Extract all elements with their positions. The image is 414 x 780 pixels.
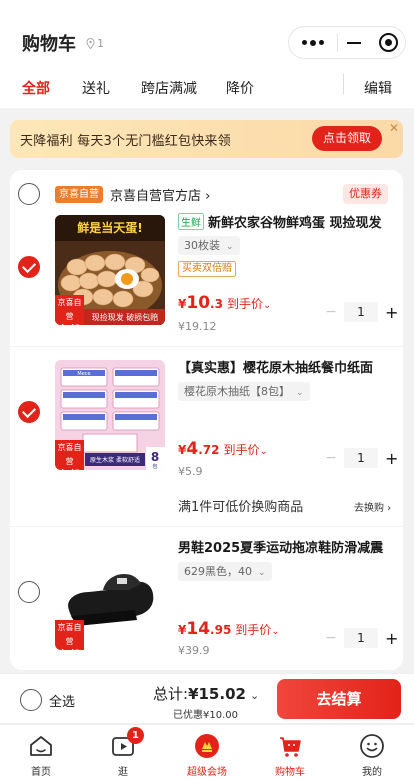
product-name[interactable]: 生鲜 新鲜农家谷物鲜鸡蛋 现捡现发 [178,212,398,231]
claim-button[interactable]: 点击领取 [312,126,382,151]
quantity-input[interactable]: 1 [344,302,378,322]
quantity-input[interactable]: 1 [344,448,378,468]
product-image-tissue[interactable]: Mece 原生木浆 柔软舒适 8 包 京喜自营包邮 [55,360,165,470]
total-amount[interactable]: 总计:¥15.02 [153,683,246,704]
more-menu-icon[interactable] [289,39,337,46]
chevron-down-icon: ⌄ [296,388,304,398]
spec-selector[interactable]: 629黑色，40 ⌄ [178,562,272,581]
play-icon: 1 [110,727,144,759]
decrease-button[interactable]: − [325,630,337,646]
item-checkbox[interactable] [18,256,40,278]
tab-gift[interactable]: 送礼 [82,78,110,98]
divider [10,346,403,347]
chevron-right-icon: › [205,189,211,204]
tabbar-item-profile[interactable]: 我的 [342,733,402,778]
tabbar-item-super-venue[interactable]: 超级会场 [177,733,237,778]
chevron-down-icon[interactable]: ⌄ [250,689,259,702]
decrease-button[interactable]: − [325,304,337,320]
quantity-stepper: − 1 + [325,302,398,322]
tabbar-item-home[interactable]: 首页 [11,733,71,778]
chevron-down-icon: ⌄ [271,626,280,637]
original-price: ¥19.12 [178,320,217,333]
promo-banner[interactable]: 天降福利 每天3个无门槛红包快来领 点击领取 ✕ [10,120,403,158]
item-price[interactable]: ¥4.72 到手价⌄ [178,439,268,459]
decrease-button[interactable]: − [325,450,337,466]
cart-icon [277,733,303,759]
item-price[interactable]: ¥14.95 到手价⌄ [178,619,280,639]
chevron-down-icon: ⌄ [226,242,234,252]
product-name[interactable]: 【真实惠】樱花原木抽纸餐巾纸面 [178,357,398,376]
shop-tag: 京喜自营 [55,186,103,203]
edit-button[interactable]: 编辑 [364,78,392,98]
tab-price-drop[interactable]: 降价 [226,78,254,98]
guarantee-tag: 买卖双倍赔 [178,261,236,277]
promo-text: 天降福利 每天3个无门槛红包快来领 [20,134,231,149]
jd-badge: 京喜自营包邮 [55,620,84,650]
quantity-input[interactable]: 1 [344,628,378,648]
shop-card: 京喜自营 京喜自营官方店 › 优惠券 鲜是当天蛋! 现捡现发 破损包赔 京喜自营… [10,170,403,670]
chevron-down-icon: ⌄ [259,446,268,457]
jd-badge: 京喜自营包邮 [55,295,84,325]
close-icon[interactable]: ✕ [389,122,399,134]
checkout-bar: 全选 总计:¥15.02 ⌄ 已优惠¥10.00 去结算 [0,673,414,723]
item-checkbox[interactable] [18,401,40,423]
tissue-count-unit: 包 [152,463,157,470]
shop-name[interactable]: 京喜自营官方店 › [110,185,210,204]
spec-selector[interactable]: 30枚装 ⌄ [178,236,240,255]
jd-badge: 京喜自营包邮 [55,440,84,470]
product-name[interactable]: 男鞋2025夏季运动拖凉鞋防滑减震 [178,537,398,556]
increase-button[interactable]: + [385,449,398,468]
location-indicator[interactable]: 1 [86,37,104,50]
item-price[interactable]: ¥10.3 到手价⌄ [178,293,271,313]
tab-cross-store[interactable]: 跨店满减 [141,78,197,98]
tabbar-item-cart[interactable]: 购物车 [260,733,320,778]
tabbar-item-browse[interactable]: 1 逛 [93,727,153,778]
page-title: 购物车 [22,34,76,55]
product-image-eggs[interactable]: 鲜是当天蛋! 现捡现发 破损包赔 京喜自营包邮 [55,215,165,325]
increase-button[interactable]: + [385,303,398,322]
close-miniprogram-icon[interactable] [371,33,405,52]
swap-link[interactable]: 去换购 › [354,499,391,514]
minimize-icon[interactable] [338,41,372,44]
bottom-tabbar: 首页 1 逛 超级会场 购物车 我的 [0,724,414,780]
select-all-checkbox[interactable] [20,689,42,711]
original-price: ¥39.9 [178,644,210,657]
shop-checkbox[interactable] [18,183,40,205]
fresh-tag: 生鲜 [178,213,204,230]
tissue-footer-text: 原生木浆 柔软舒适 [90,456,140,464]
chevron-down-icon: ⌄ [258,568,266,578]
divider [10,526,403,527]
miniprogram-capsule [288,26,406,59]
increase-button[interactable]: + [385,629,398,648]
cart-tabs: 全部 送礼 跨店满减 降价 编辑 [0,70,414,106]
notification-badge: 1 [127,727,144,744]
home-icon [28,733,54,759]
title-row: 购物车 1 [22,30,104,56]
eggs-banner-text: 鲜是当天蛋! [77,220,142,235]
tissue-brand-text: Mece [77,371,90,377]
super-venue-icon [194,733,220,759]
checkout-button[interactable]: 去结算 [277,679,401,719]
header: 购物车 1 全部 送礼 跨店满减 降价 编辑 [0,0,414,108]
profile-icon [359,733,385,759]
tab-divider [343,74,344,94]
spec-selector[interactable]: 樱花原木抽纸【8包】 ⌄ [178,382,310,401]
location-pin-icon [86,37,95,49]
quantity-stepper: − 1 + [325,628,398,648]
coupon-button[interactable]: 优惠券 [343,184,388,204]
item-checkbox[interactable] [18,581,40,603]
saved-amount: 已优惠¥10.00 [173,710,238,721]
location-count: 1 [97,36,104,50]
eggs-footer-text: 现捡现发 破损包赔 [92,312,159,322]
tab-all[interactable]: 全部 [22,78,50,98]
select-all-label[interactable]: 全选 [49,691,75,710]
chevron-down-icon: ⌄ [262,300,272,311]
tissue-count-text: 8 [151,450,159,464]
product-image-slipper[interactable]: 京喜自营包邮 [55,540,165,650]
original-price: ¥5.9 [178,465,203,478]
quantity-stepper: − 1 + [325,448,398,468]
swap-note: 满1件可低价换购商品 [178,500,304,515]
